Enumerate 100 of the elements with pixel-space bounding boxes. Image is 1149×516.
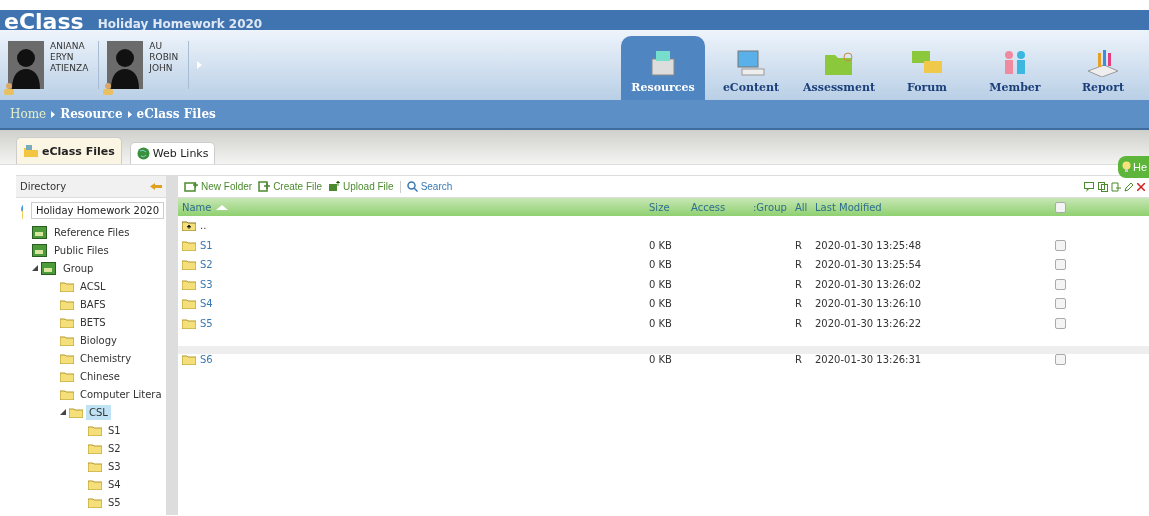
tree-item[interactable]: BETS: [77, 314, 109, 330]
select-all-checkbox[interactable]: [1055, 201, 1066, 213]
tree-item[interactable]: Group: [60, 260, 97, 276]
nav-tab[interactable]: Report: [1061, 36, 1145, 100]
tree-item[interactable]: BAFS: [77, 296, 109, 312]
tree-item[interactable]: Chemistry: [77, 350, 135, 366]
nav-tab[interactable]: Forum: [885, 36, 969, 100]
column-header[interactable]: Name: [182, 201, 212, 213]
tree-item[interactable]: Computer Literа: [77, 386, 165, 402]
move-icon[interactable]: [1111, 181, 1121, 192]
table-cell-text: R: [795, 259, 803, 271]
folder-icon: [60, 388, 74, 400]
tree-item[interactable]: S3: [105, 458, 124, 474]
folder-link[interactable]: S2: [200, 259, 213, 271]
tree-item[interactable]: S2: [105, 440, 124, 456]
expanded-arrow-icon[interactable]: [60, 409, 66, 415]
table-cell-text: 0 KB: [649, 259, 673, 271]
folder-icon: [60, 370, 74, 382]
pencil-icon[interactable]: [1124, 181, 1134, 192]
table-cell-text: 2020-01-30 13:26:02: [815, 278, 923, 290]
table-cell-text: 0 KB: [649, 239, 673, 251]
tree-item[interactable]: S4: [105, 476, 124, 492]
upload-icon: [328, 181, 341, 192]
root-folder-field[interactable]: Holiday Homework 2020: [30, 202, 164, 219]
table-cell-text: R: [795, 354, 803, 366]
tab[interactable]: Web Links: [129, 142, 216, 164]
row-checkbox[interactable]: [1055, 317, 1066, 329]
tree-item[interactable]: Public Files: [51, 242, 112, 258]
monitor-icon: [734, 47, 768, 77]
table-cell-text: 2020-01-30 13:25:48: [815, 239, 923, 251]
new-folder-icon: [184, 181, 198, 192]
folder-icon: [23, 144, 39, 158]
tree-item[interactable]: Reference Files: [51, 224, 133, 240]
column-header[interactable]: Size: [649, 201, 670, 213]
folder-link[interactable]: S3: [200, 278, 213, 290]
folder-link[interactable]: S4: [200, 298, 213, 310]
folder-icon: [88, 424, 102, 436]
tree-item[interactable]: ACSL: [77, 278, 109, 294]
new-file-icon: [258, 181, 271, 192]
column-header: All: [795, 201, 808, 213]
logo: eClass: [4, 14, 84, 30]
column-header[interactable]: Last Modified: [815, 201, 882, 213]
breadcrumb-arrow-icon: [51, 110, 56, 118]
folder-icon: [60, 352, 74, 364]
table-cell-text: 2020-01-30 13:26:22: [815, 317, 923, 329]
sort-ascending-icon: [215, 204, 228, 210]
up-folder-icon[interactable]: [182, 220, 196, 232]
copy-icon[interactable]: [1098, 181, 1108, 192]
table-cell-text: 0 KB: [649, 278, 673, 290]
user-name: ROBIN: [149, 52, 179, 63]
user-name: ATIENZA: [50, 63, 89, 74]
row-checkbox[interactable]: [1055, 259, 1066, 271]
expanded-arrow-icon[interactable]: [32, 265, 38, 271]
table-cell-text: 0 KB: [649, 298, 673, 310]
nav-tab[interactable]: eContent: [709, 36, 793, 100]
user-name: JOHN: [149, 63, 174, 74]
user-badge-icon: [101, 81, 116, 95]
row-checkbox[interactable]: [1055, 278, 1066, 290]
folder-link[interactable]: S1: [200, 239, 213, 251]
folder-icon: [88, 460, 102, 472]
tree-item[interactable]: Chinese: [77, 368, 123, 384]
column-header: Access: [691, 201, 726, 213]
toolbar-button[interactable]: Search: [406, 181, 453, 192]
table-cell-text: 2020-01-30 13:26:10: [815, 298, 923, 310]
toolbar-button[interactable]: Upload File: [328, 181, 394, 192]
folder-icon: [182, 259, 196, 271]
table-cell-text: R: [795, 239, 803, 251]
tab[interactable]: eClass Files: [16, 137, 122, 164]
tree-item[interactable]: CSL: [86, 404, 111, 420]
user-name: AU: [149, 41, 164, 52]
folder-icon: [88, 442, 102, 454]
tree-item[interactable]: S5: [105, 494, 124, 510]
file-cabinet-icon: [41, 261, 57, 275]
globe-icon: [136, 147, 150, 160]
comment-icon[interactable]: [1084, 181, 1095, 192]
folder-link[interactable]: S6: [200, 354, 213, 366]
user-name: ANIANA: [50, 41, 86, 52]
folder-link[interactable]: S5: [200, 317, 213, 329]
collapse-arrow-icon[interactable]: [150, 183, 162, 190]
tree-item[interactable]: Biology: [77, 332, 120, 348]
folder-icon: [60, 316, 74, 328]
breadcrumb-arrow-icon: [127, 110, 132, 118]
site-title: Holiday Homework 2020: [97, 18, 263, 30]
tree-item[interactable]: S1: [105, 422, 124, 438]
delete-icon[interactable]: [1137, 182, 1145, 191]
user-badge-icon: [2, 81, 16, 95]
folder-icon: [182, 239, 196, 251]
nav-tab[interactable]: Member: [973, 36, 1057, 100]
search-icon: [406, 181, 418, 192]
table-cell-text: R: [795, 298, 803, 310]
row-checkbox[interactable]: [1055, 354, 1066, 366]
toolbar-button[interactable]: New Folder: [184, 181, 253, 192]
parent-link[interactable]: ..: [200, 220, 207, 232]
row-checkbox[interactable]: [1055, 239, 1066, 251]
nav-tab[interactable]: Resources: [621, 36, 705, 100]
row-checkbox[interactable]: [1055, 298, 1066, 310]
nav-tab[interactable]: Assessment: [797, 36, 881, 100]
scroll-right-arrow-icon[interactable]: [197, 61, 203, 69]
toolbar-button[interactable]: Create File: [258, 181, 323, 192]
folder-icon: [60, 298, 74, 310]
